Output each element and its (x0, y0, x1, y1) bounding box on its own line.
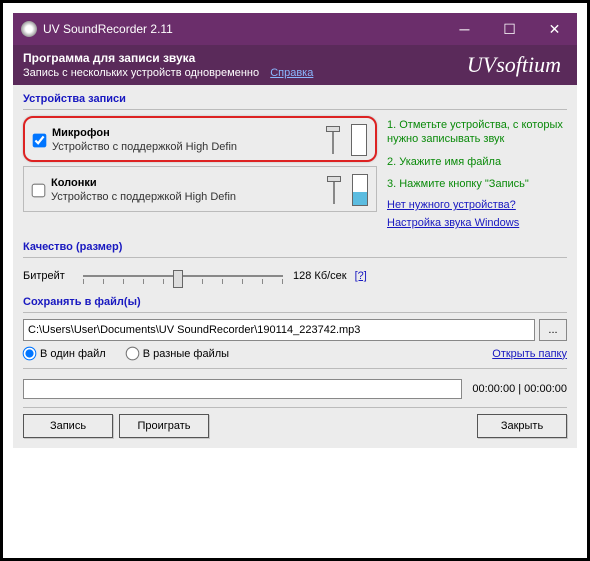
save-section-title: Сохранять в файл(ы) (23, 296, 567, 308)
bitrate-slider[interactable] (83, 264, 283, 288)
mode-multi-file[interactable]: В разные файлы (126, 347, 229, 360)
bitrate-label: Битрейт (23, 270, 83, 282)
device-name: Колонки (51, 177, 320, 189)
save-path-input[interactable] (23, 319, 535, 341)
brand-logo: UVsoftium (467, 52, 567, 78)
app-title: Программа для записи звука (23, 51, 467, 65)
minimize-button[interactable]: ─ (442, 13, 487, 45)
browse-button[interactable]: ... (539, 319, 567, 341)
help-link[interactable]: Справка (270, 67, 313, 79)
device-microphone-checkbox[interactable] (33, 133, 47, 147)
device-volume-slider[interactable] (323, 124, 343, 156)
windows-sound-link[interactable]: Настройка звука Windows (387, 217, 567, 229)
maximize-button[interactable]: ☐ (487, 13, 532, 45)
mode-multi-radio[interactable] (125, 347, 139, 361)
devices-section-title: Устройства записи (23, 93, 567, 105)
device-desc: Устройство с поддержкой High Defin (51, 191, 320, 203)
device-volume-slider[interactable] (324, 174, 344, 206)
play-button[interactable]: Проиграть (119, 414, 209, 438)
header: Программа для записи звука Запись с неск… (13, 45, 577, 85)
bitrate-value: 128 Кб/сек (293, 270, 347, 282)
progress-bar (23, 379, 462, 399)
quality-section-title: Качество (размер) (23, 241, 567, 253)
device-desc: Устройство с поддержкой High Defin (52, 141, 319, 153)
titlebar: UV SoundRecorder 2.11 ─ ☐ ✕ (13, 13, 577, 45)
window-title: UV SoundRecorder 2.11 (43, 22, 442, 36)
device-microphone: Микрофон Устройство с поддержкой High De… (23, 116, 377, 162)
device-speakers-checkbox[interactable] (32, 183, 46, 197)
time-display: 00:00:00 | 00:00:00 (472, 383, 567, 395)
device-level-meter (351, 124, 367, 156)
device-speakers: Колонки Устройство с поддержкой High Def… (23, 166, 377, 212)
close-button[interactable]: Закрыть (477, 414, 567, 438)
no-device-link[interactable]: Нет нужного устройства? (387, 199, 567, 211)
hint-step-2: 2. Укажите имя файла (387, 155, 567, 169)
device-name: Микрофон (52, 127, 319, 139)
app-icon (21, 21, 37, 37)
close-window-button[interactable]: ✕ (532, 13, 577, 45)
hint-step-3: 3. Нажмите кнопку "Запись" (387, 177, 567, 191)
device-level-meter (352, 174, 368, 206)
record-button[interactable]: Запись (23, 414, 113, 438)
bitrate-help-link[interactable]: [?] (355, 270, 367, 282)
mode-single-radio[interactable] (23, 347, 37, 361)
open-folder-link[interactable]: Открыть папку (492, 348, 567, 360)
app-subtitle: Запись с нескольких устройств одновремен… (23, 67, 259, 79)
mode-single-file[interactable]: В один файл (23, 347, 106, 360)
hint-step-1: 1. Отметьте устройства, с которых нужно … (387, 118, 567, 147)
